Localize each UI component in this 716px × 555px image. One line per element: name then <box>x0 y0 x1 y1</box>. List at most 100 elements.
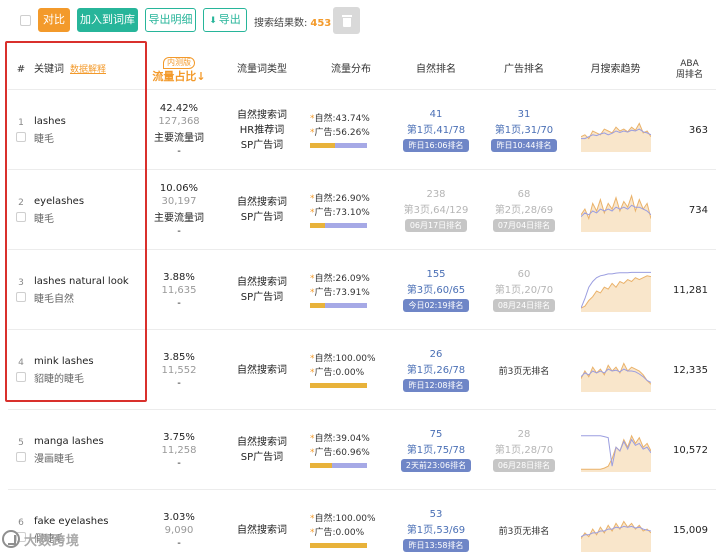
keyword-text[interactable]: mink lashes <box>34 356 144 367</box>
keyword-type: SP广告词 <box>240 292 284 303</box>
ad-share-line: *广告:73.91% <box>310 286 392 300</box>
aba-rank-value: 15,009 <box>673 524 708 536</box>
no-rank-text: 前3页无排名 <box>498 366 550 377</box>
natural-share-label: 自然: <box>314 114 336 124</box>
rank-number[interactable]: 68 <box>518 189 531 200</box>
share-extra: - <box>177 146 181 157</box>
rank-number[interactable]: 155 <box>426 269 445 280</box>
monthly-trend-cell <box>568 490 663 555</box>
ad-share-line: *广告:0.00% <box>310 526 392 540</box>
keyword-translation: 漫画睫毛 <box>34 453 74 465</box>
main-keyword-tag: 主要流量词 <box>154 133 204 144</box>
natural-rank-cell: 155 第3页,60/65 今日02:19排名 <box>392 250 480 330</box>
keyword-cell: lashes 睫毛 <box>34 90 144 170</box>
rank-page: 第1页,75/78 <box>406 444 466 456</box>
natural-share-value: 100.00% <box>335 354 376 364</box>
col-traffic-share[interactable]: 内测版 流量占比↓ <box>144 50 214 90</box>
export-button[interactable]: ⬇ 导出 <box>203 8 247 32</box>
export-detail-button[interactable]: 导出明细 <box>145 8 196 32</box>
keyword-translation: 睫毛 <box>34 133 54 145</box>
keyword-text[interactable]: fake eyelashes <box>34 516 144 527</box>
keyword-translation: 睫毛 <box>34 213 54 225</box>
rank-number[interactable]: 60 <box>518 269 531 280</box>
traffic-share-percent: 3.85% <box>163 351 195 363</box>
row-index: 1 <box>8 90 34 170</box>
monthly-trend-chart[interactable] <box>580 508 651 552</box>
natural-share-line: *自然:100.00% <box>310 512 392 526</box>
natural-share-label: 自然: <box>314 194 336 204</box>
table-row[interactable]: 2 eyelashes 睫毛 10.06% 30,197 主要流量词 - 自然搜索词 SP广告词… <box>8 170 716 250</box>
keyword-text[interactable]: lashes <box>34 116 144 127</box>
distribution-bar-ad <box>325 223 367 228</box>
traffic-volume: 9,090 <box>164 524 194 536</box>
row-index: 4 <box>8 330 34 410</box>
natural-share-label: 自然: <box>314 514 336 524</box>
monthly-trend-chart[interactable] <box>580 268 651 312</box>
keyword-text[interactable]: eyelashes <box>34 196 144 207</box>
table-row[interactable]: 6 fake eyelashes 假睫毛 3.03% 9,090- 自然搜索词 *自然:10… <box>8 490 716 555</box>
keyword-type: 自然搜索词 <box>237 524 287 536</box>
data-explain-link[interactable]: 数据解释 <box>70 65 106 76</box>
row-checkbox[interactable] <box>16 372 26 382</box>
monthly-trend-chart[interactable] <box>580 108 651 152</box>
rank-number[interactable]: 28 <box>518 429 531 440</box>
traffic-share-cell: 42.42% 127,368 主要流量词 - <box>144 90 214 170</box>
rank-number[interactable]: 41 <box>430 109 443 120</box>
keyword-type: 自然搜索词 <box>237 197 287 208</box>
keyword-text[interactable]: manga lashes <box>34 436 144 447</box>
export-label: 导出 <box>218 13 241 26</box>
trend-area <box>580 521 651 552</box>
traffic-distribution-cell: *自然:26.09% *广告:73.91% <box>310 250 392 330</box>
aba-rank-value: 363 <box>688 124 708 136</box>
rank-number[interactable]: 75 <box>430 429 443 440</box>
rank-time-badge: 昨日16:06排名 <box>403 138 469 152</box>
row-checkbox[interactable] <box>16 212 26 222</box>
traffic-volume: 11,552 <box>161 364 197 376</box>
monthly-trend-chart[interactable] <box>580 428 651 472</box>
table-row[interactable]: 4 mink lashes 貂睫的睫毛 3.85% 11,552- 自然搜索词 *自然:10… <box>8 330 716 410</box>
ad-share-label: 广告: <box>314 288 336 298</box>
rank-page: 第1页,28/70 <box>494 444 554 456</box>
keyword-cell: manga lashes 漫画睫毛 <box>34 410 144 490</box>
ad-share-value: 60.96% <box>335 448 370 458</box>
natural-share-line: *自然:26.09% <box>310 272 392 286</box>
col-aba-rank: ABA 周排名 <box>663 50 716 90</box>
table-row[interactable]: 3 lashes natural look 睫毛自然 3.88% 11,635- 自然搜索… <box>8 250 716 330</box>
delete-button[interactable] <box>333 7 360 34</box>
rank-number[interactable]: 53 <box>430 509 443 520</box>
table-row[interactable]: 5 manga lashes 漫画睫毛 3.75% 11,258- 自然搜索词 SP广告词 *… <box>8 410 716 490</box>
table-row[interactable]: 1 lashes 睫毛 42.42% 127,368 主要流量词 - 自然搜索词 HR推荐词 SP… <box>8 90 716 170</box>
add-to-library-button[interactable]: 加入到词库 <box>77 8 138 32</box>
ad-rank-cell: 31 第1页,31/70 昨日10:44排名 <box>480 90 568 170</box>
traffic-volume: 11,635 <box>161 284 197 296</box>
row-number: 1 <box>18 118 24 128</box>
share-extra: - <box>177 537 181 549</box>
col-keyword-label: 关键词 <box>34 64 64 75</box>
row-checkbox[interactable] <box>16 292 26 302</box>
traffic-volume: 30,197 <box>161 196 197 207</box>
row-checkbox[interactable] <box>16 452 26 462</box>
rank-number[interactable]: 31 <box>518 109 531 120</box>
table-header: # 关键词 数据解释 内测版 流量占比↓ 流量词类型 流量分布 自然排名 广告排… <box>8 50 716 90</box>
select-all-checkbox[interactable] <box>20 15 31 26</box>
row-index: 2 <box>8 170 34 250</box>
ad-share-label: 广告: <box>314 128 336 138</box>
row-checkbox[interactable] <box>16 132 26 142</box>
rank-page: 第1页,41/78 <box>406 124 466 136</box>
keyword-text[interactable]: lashes natural look <box>34 276 144 287</box>
traffic-share-percent: 3.03% <box>163 511 195 523</box>
aba-rank-value: 10,572 <box>673 444 708 456</box>
rank-time-badge: 昨日13:58排名 <box>403 538 469 552</box>
rank-number[interactable]: 26 <box>430 349 443 360</box>
rank-time-badge: 今日02:19排名 <box>403 298 469 312</box>
rank-number[interactable]: 238 <box>426 189 445 200</box>
monthly-trend-chart[interactable] <box>580 348 651 392</box>
compare-button[interactable]: 对比 <box>38 8 70 32</box>
ad-share-label: 广告: <box>314 208 336 218</box>
monthly-trend-cell <box>568 170 663 250</box>
traffic-distribution-cell: *自然:43.74% *广告:56.26% <box>310 90 392 170</box>
rank-time-badge: 2天前23:06排名 <box>400 458 472 472</box>
rank-page: 第1页,20/70 <box>494 284 554 296</box>
distribution-bar-natural <box>310 223 326 228</box>
monthly-trend-chart[interactable] <box>580 188 651 232</box>
